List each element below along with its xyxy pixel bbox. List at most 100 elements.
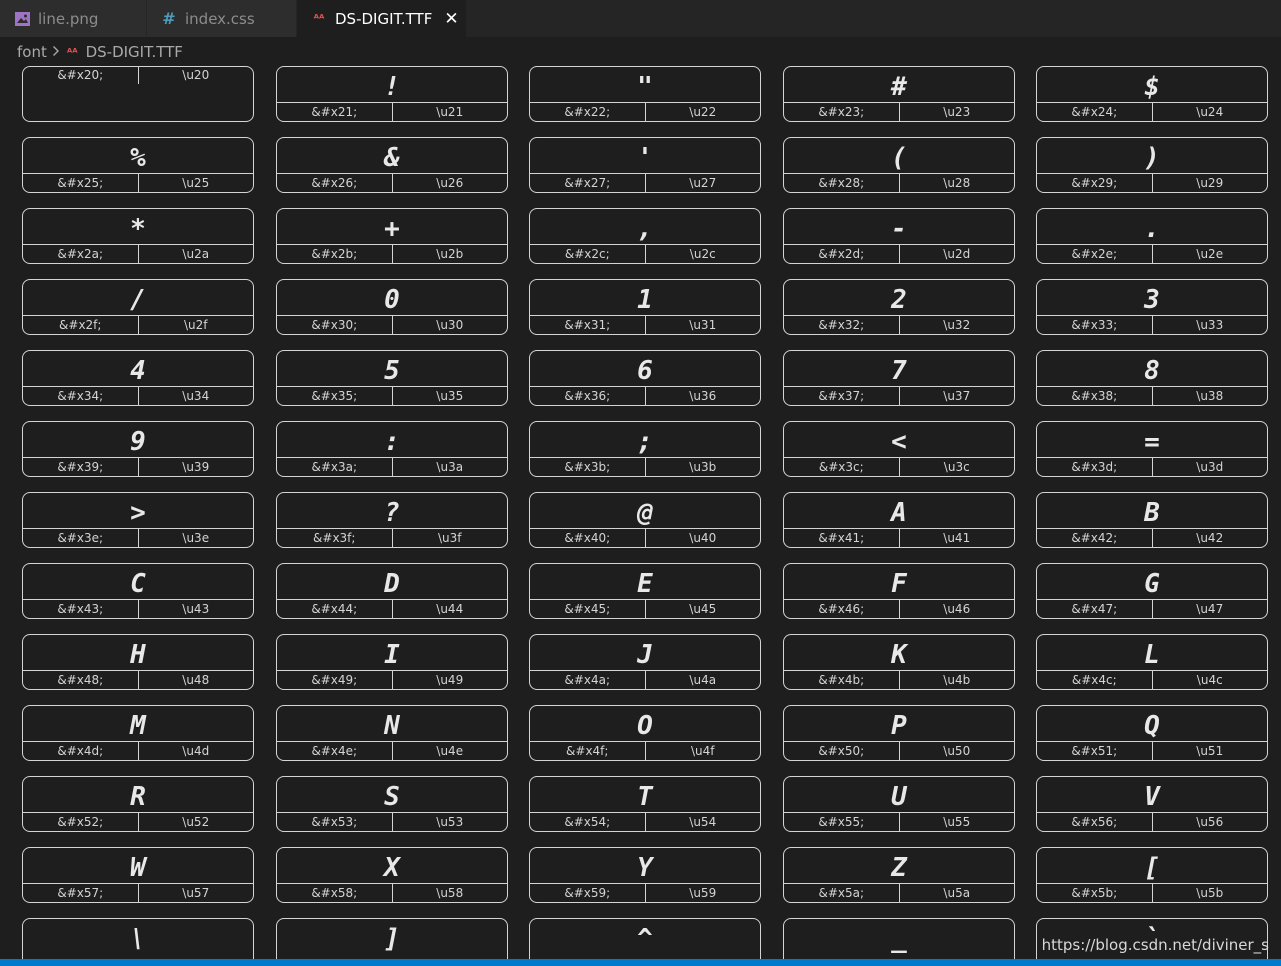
- glyph-card[interactable]: H &#x48; \u48: [22, 634, 254, 690]
- html-entity-code: &#x39;: [23, 458, 139, 476]
- glyph-card[interactable]: ' &#x27; \u27: [529, 137, 761, 193]
- html-entity-code: &#x2f;: [23, 316, 139, 334]
- glyph-card[interactable]: I &#x49; \u49: [276, 634, 508, 690]
- glyph-card[interactable]: + &#x2b; \u2b: [276, 208, 508, 264]
- glyph-card[interactable]: D &#x44; \u44: [276, 563, 508, 619]
- glyph-card[interactable]: ; &#x3b; \u3b: [529, 421, 761, 477]
- glyph-card[interactable]: = &#x3d; \u3d: [1036, 421, 1268, 477]
- glyph-card[interactable]: 9 &#x39; \u39: [22, 421, 254, 477]
- html-entity-code: &#x38;: [1037, 387, 1153, 405]
- tab-ds-digit-ttf[interactable]: ᴬᴬ DS-DIGIT.TTF ✕: [297, 0, 467, 37]
- glyph-card[interactable]: R &#x52; \u52: [22, 776, 254, 832]
- glyph-card[interactable]: (&#x28; \u28: [783, 137, 1015, 193]
- html-entity-code: &#x55;: [784, 813, 900, 831]
- html-entity-code: &#x53;: [277, 813, 393, 831]
- glyph-card[interactable]: # &#x23; \u23: [783, 66, 1015, 122]
- glyph-card[interactable]: K &#x4b; \u4b: [783, 634, 1015, 690]
- glyph-card[interactable]: < &#x3c; \u3c: [783, 421, 1015, 477]
- unicode-escape-code: \u33: [1196, 318, 1224, 332]
- glyph-card[interactable]: 8 &#x38; \u38: [1036, 350, 1268, 406]
- glyph-preview: >: [130, 498, 146, 528]
- unicode-escape-code: \u57: [182, 886, 210, 900]
- glyph-preview: N: [384, 711, 400, 741]
- glyph-card[interactable]: / &#x2f; \u2f: [22, 279, 254, 335]
- glyph-card[interactable]: 4 &#x34; \u34: [22, 350, 254, 406]
- unicode-escape-code: \u3e: [182, 531, 210, 545]
- tab-line-png[interactable]: line.png: [0, 0, 147, 37]
- glyph-card[interactable]: . &#x2e; \u2e: [1036, 208, 1268, 264]
- glyph-card[interactable]: ]: [276, 918, 508, 959]
- html-entity-code: &#x28;: [784, 174, 900, 192]
- tab-label: line.png: [38, 9, 99, 28]
- glyph-card[interactable]: O &#x4f; \u4f: [529, 705, 761, 761]
- unicode-escape-code: \u34: [182, 389, 210, 403]
- glyph-card[interactable]: - &#x2d; \u2d: [783, 208, 1015, 264]
- glyph-card[interactable]: 5 &#x35; \u35: [276, 350, 508, 406]
- glyph-card[interactable]: S &#x53; \u53: [276, 776, 508, 832]
- glyph-card[interactable]: 1 &#x31; \u31: [529, 279, 761, 335]
- glyph-codes: &#x54; \u54: [530, 812, 760, 831]
- unicode-escape-code: \u3b: [689, 460, 717, 474]
- glyph-card[interactable]: ? &#x3f; \u3f: [276, 492, 508, 548]
- unicode-escape-code: \u51: [1196, 744, 1224, 758]
- glyph-card[interactable]: A &#x41; \u41: [783, 492, 1015, 548]
- glyph-card[interactable]: ) &#x29; \u29: [1036, 137, 1268, 193]
- glyph-card[interactable]: T &#x54; \u54: [529, 776, 761, 832]
- glyph-card[interactable]: C &#x43; \u43: [22, 563, 254, 619]
- unicode-escape-code: \u52: [182, 815, 210, 829]
- glyph-card[interactable]: G &#x47; \u47: [1036, 563, 1268, 619]
- glyph-preview: *: [130, 214, 146, 244]
- glyph-card[interactable]: & &#x26; \u26: [276, 137, 508, 193]
- glyph-card[interactable]: ^: [529, 918, 761, 959]
- glyph-card[interactable]: X &#x58; \u58: [276, 847, 508, 903]
- glyph-card[interactable]: % &#x25; \u25: [22, 137, 254, 193]
- html-entity-code: &#x52;: [23, 813, 139, 831]
- unicode-escape-code: \u5a: [943, 886, 971, 900]
- glyph-codes: &#x3b; \u3b: [530, 457, 760, 476]
- glyph-card[interactable]: 6 &#x36; \u36: [529, 350, 761, 406]
- glyph-card[interactable]: @ &#x40; \u40: [529, 492, 761, 548]
- glyph-card[interactable]: 0 &#x30; \u30: [276, 279, 508, 335]
- glyph-card[interactable]: [&#x5b; \u5b: [1036, 847, 1268, 903]
- glyph-card[interactable]: W &#x57; \u57: [22, 847, 254, 903]
- glyph-card[interactable]: 2 &#x32; \u32: [783, 279, 1015, 335]
- glyph-card[interactable]: $ &#x24; \u24: [1036, 66, 1268, 122]
- glyph-card[interactable]: M &#x4d; \u4d: [22, 705, 254, 761]
- glyph-card[interactable]: ! &#x21; \u21: [276, 66, 508, 122]
- glyph-card[interactable]: _: [783, 918, 1015, 959]
- glyph-codes: &#x38; \u38: [1037, 386, 1267, 405]
- glyph-card[interactable]: E &#x45; \u45: [529, 563, 761, 619]
- glyph-card[interactable]: L &#x4c; \u4c: [1036, 634, 1268, 690]
- glyph-card[interactable]: , &#x2c; \u2c: [529, 208, 761, 264]
- html-entity-code: &#x44;: [277, 600, 393, 618]
- html-entity-code: &#x4e;: [277, 742, 393, 760]
- glyph-card[interactable]: U &#x55; \u55: [783, 776, 1015, 832]
- unicode-escape-code: \u20: [182, 68, 210, 82]
- breadcrumb-file[interactable]: DS-DIGIT.TTF: [86, 43, 183, 61]
- glyph-card[interactable]: " &#x22; \u22: [529, 66, 761, 122]
- glyph-preview: C: [130, 569, 146, 599]
- glyph-codes: &#x3d; \u3d: [1037, 457, 1267, 476]
- glyph-card[interactable]: Y &#x59; \u59: [529, 847, 761, 903]
- glyph-preview: G: [1144, 569, 1160, 599]
- glyph-card[interactable]: : &#x3a; \u3a: [276, 421, 508, 477]
- glyph-card[interactable]: P &#x50; \u50: [783, 705, 1015, 761]
- tab-index-css[interactable]: # index.css: [147, 0, 297, 37]
- unicode-escape-code: \u5b: [1196, 886, 1224, 900]
- breadcrumb-folder[interactable]: font: [17, 43, 47, 61]
- glyph-card[interactable]: F &#x46; \u46: [783, 563, 1015, 619]
- glyph-card[interactable]: * &#x2a; \u2a: [22, 208, 254, 264]
- glyph-card[interactable]: Q &#x51; \u51: [1036, 705, 1268, 761]
- glyph-card[interactable]: B &#x42; \u42: [1036, 492, 1268, 548]
- glyph-card[interactable]: \: [22, 918, 254, 959]
- glyph-card[interactable]: J &#x4a; \u4a: [529, 634, 761, 690]
- glyph-preview: 8: [1144, 356, 1160, 386]
- glyph-card[interactable]: Z &#x5a; \u5a: [783, 847, 1015, 903]
- glyph-card[interactable]: 7 &#x37; \u37: [783, 350, 1015, 406]
- glyph-card[interactable]: &#x20; \u20: [22, 66, 254, 122]
- glyph-card[interactable]: 3 &#x33; \u33: [1036, 279, 1268, 335]
- glyph-card[interactable]: V &#x56; \u56: [1036, 776, 1268, 832]
- close-icon[interactable]: ✕: [444, 9, 458, 29]
- glyph-card[interactable]: N &#x4e; \u4e: [276, 705, 508, 761]
- glyph-card[interactable]: > &#x3e; \u3e: [22, 492, 254, 548]
